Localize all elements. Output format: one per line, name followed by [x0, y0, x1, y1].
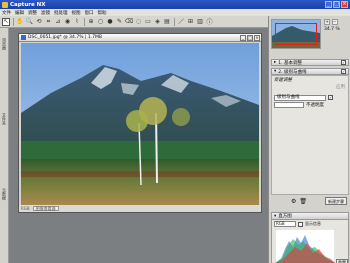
brush-tool-icon[interactable]: ✎	[116, 18, 124, 26]
section-label: 2. 级别与曲线	[278, 69, 307, 75]
image-window: DSC_0051.jpg* @ 34.7% | 1.7MB _ □ × RGB …	[18, 33, 262, 213]
browser-tab[interactable]: 浏览器	[1, 38, 7, 50]
settings-icon[interactable]: ⚙	[291, 198, 296, 205]
adjust-step-field[interactable]: 级别与曲线	[274, 94, 326, 101]
image-minimize-button[interactable]: _	[240, 35, 246, 41]
image-close-button[interactable]: ×	[254, 35, 260, 41]
menu-file[interactable]: 文件	[2, 10, 11, 16]
new-adjust-label: 新建调整	[274, 77, 292, 83]
eyedropper-tool-icon[interactable]: ⌇	[73, 18, 81, 26]
menu-adjust[interactable]: 调整	[28, 10, 37, 16]
step-enable-checkbox[interactable]: ✓	[328, 95, 333, 100]
minimize-button[interactable]: _	[325, 1, 332, 8]
metadata-tab[interactable]: 元数据	[1, 188, 7, 200]
crop-tool-icon[interactable]: ⌗	[45, 18, 53, 26]
section-checkbox[interactable]: ✓	[341, 60, 346, 65]
collapse-icon: ▾	[274, 69, 277, 74]
fill-tool-icon[interactable]: ◈	[154, 18, 162, 26]
image-maximize-button[interactable]: □	[247, 35, 253, 41]
toolbar-separator	[83, 17, 85, 26]
histogram-controls: RGB 显示信息	[274, 221, 321, 227]
info-tool-icon[interactable]: ⓘ	[206, 18, 214, 26]
status-mode: RGB	[21, 206, 30, 211]
opacity-label: 不透明度	[306, 102, 324, 108]
lasso-tool-icon[interactable]: ◌	[135, 18, 143, 26]
section-checkbox[interactable]: ✓	[341, 69, 346, 74]
zoom-out-button[interactable]: −	[331, 19, 338, 25]
zoom-in-button[interactable]: +	[324, 19, 330, 25]
close-button[interactable]: ×	[341, 1, 348, 8]
apply-row: 应用	[272, 83, 348, 90]
adjust-step-row: 级别与曲线 ✓	[272, 94, 348, 101]
toolbar: ↖ ✋ 🔍 ⟲ ⌗ ⊿ ◉ ⌇ ⊕ ○ ● ✎ ⌫ ◌ ▭ ◈ ▤ ／ ⊞ ▥ ⓘ	[0, 16, 268, 28]
opacity-slider[interactable]	[274, 101, 304, 108]
image-window-title: DSC_0051.jpg* @ 34.7% | 1.7MB	[28, 35, 102, 40]
gradient-tool-icon[interactable]: ▤	[163, 18, 171, 26]
new-adjust-row: 新建调整	[272, 76, 348, 83]
red-eye-tool-icon[interactable]: ◉	[64, 18, 72, 26]
compare-tool-icon[interactable]: ▥	[196, 18, 204, 26]
collapse-icon: ▾	[274, 213, 277, 219]
erase-tool-icon[interactable]: ⌫	[125, 18, 133, 26]
maximize-button[interactable]: □	[333, 1, 340, 8]
menu-view[interactable]: 视图	[72, 10, 81, 16]
left-browser-strip: 浏览器 文件夹 元数据	[0, 28, 9, 263]
rotate-tool-icon[interactable]: ⟲	[35, 18, 43, 26]
app-logo-icon	[2, 1, 8, 8]
show-info-checkbox[interactable]	[298, 221, 303, 227]
zoom-tool-icon[interactable]: 🔍	[26, 18, 34, 26]
line-tool-icon[interactable]: ／	[177, 18, 185, 26]
landscape-photo[interactable]	[21, 43, 259, 205]
levels-curves-body: 新建调整 应用 级别与曲线 ✓ 不透明度	[271, 75, 349, 195]
status-box[interactable]: 图像查看器	[32, 206, 59, 211]
folder-tab[interactable]: 文件夹	[1, 113, 7, 125]
toolbar-separator	[12, 17, 14, 26]
direct-select-tool-icon[interactable]: ↖	[2, 17, 10, 26]
step-tools: ⚙ 🗑 新建步骤	[271, 196, 349, 206]
menu-window[interactable]: 窗口	[85, 10, 94, 16]
straighten-tool-icon[interactable]: ⊿	[54, 18, 62, 26]
histogram-graph[interactable]	[275, 229, 335, 263]
menu-batch[interactable]: 批处理	[54, 10, 68, 16]
section-label: 1. 基本调整	[278, 60, 302, 66]
expand-icon: ▸	[274, 60, 277, 65]
image-status-bar: RGB 图像查看器	[19, 205, 261, 212]
right-panel: + − 34.7 % ▸ 1. 基本调整 ✓ ▾ 2. 级别与曲线 ✓ 新建调整…	[268, 16, 350, 263]
zoom-controls: + − 34.7 %	[324, 19, 348, 49]
marquee-tool-icon[interactable]: ▭	[144, 18, 152, 26]
navigator-thumbnail[interactable]	[271, 19, 321, 49]
control-point-icon[interactable]: ⊕	[87, 18, 95, 26]
menu-help[interactable]: 帮助	[98, 10, 107, 16]
histogram-header[interactable]: ▾ 直方图	[272, 213, 348, 220]
channel-select[interactable]: RGB	[274, 221, 296, 227]
image-window-title-bar[interactable]: DSC_0051.jpg* @ 34.7% | 1.7MB _ □ ×	[19, 34, 261, 42]
app-title-bar: Capture NX _ □ ×	[0, 0, 350, 9]
app-title: Capture NX	[10, 1, 46, 8]
show-info-label: 显示信息	[305, 221, 321, 226]
black-point-icon[interactable]: ●	[106, 18, 114, 26]
histogram-title: 直方图	[278, 214, 292, 219]
image-file-icon	[21, 35, 26, 40]
new-step-button[interactable]: 新建步骤	[325, 197, 347, 205]
opacity-row: 不透明度	[272, 101, 348, 108]
navigator-frame[interactable]	[275, 23, 317, 45]
delete-icon[interactable]: 🗑	[299, 198, 307, 205]
grid-tool-icon[interactable]: ⊞	[187, 18, 195, 26]
zoom-level: 34.7 %	[324, 27, 340, 32]
basic-adjust-section[interactable]: ▸ 1. 基本调整 ✓	[271, 59, 349, 66]
hand-tool-icon[interactable]: ✋	[16, 18, 24, 26]
menu-filter[interactable]: 滤镜	[41, 10, 50, 16]
reset-button[interactable]: 重置	[336, 259, 348, 263]
menu-bar: 文件 编辑 调整 滤镜 批处理 视图 窗口 帮助	[0, 9, 350, 16]
white-point-icon[interactable]: ○	[97, 18, 105, 26]
menu-edit[interactable]: 编辑	[15, 10, 24, 16]
apply-button[interactable]: 应用	[336, 84, 345, 90]
levels-curves-section[interactable]: ▾ 2. 级别与曲线 ✓	[271, 68, 349, 75]
histogram-panel: ▾ 直方图 RGB 显示信息 重置 0 128 255	[271, 212, 349, 263]
toolbar-separator	[173, 17, 175, 26]
